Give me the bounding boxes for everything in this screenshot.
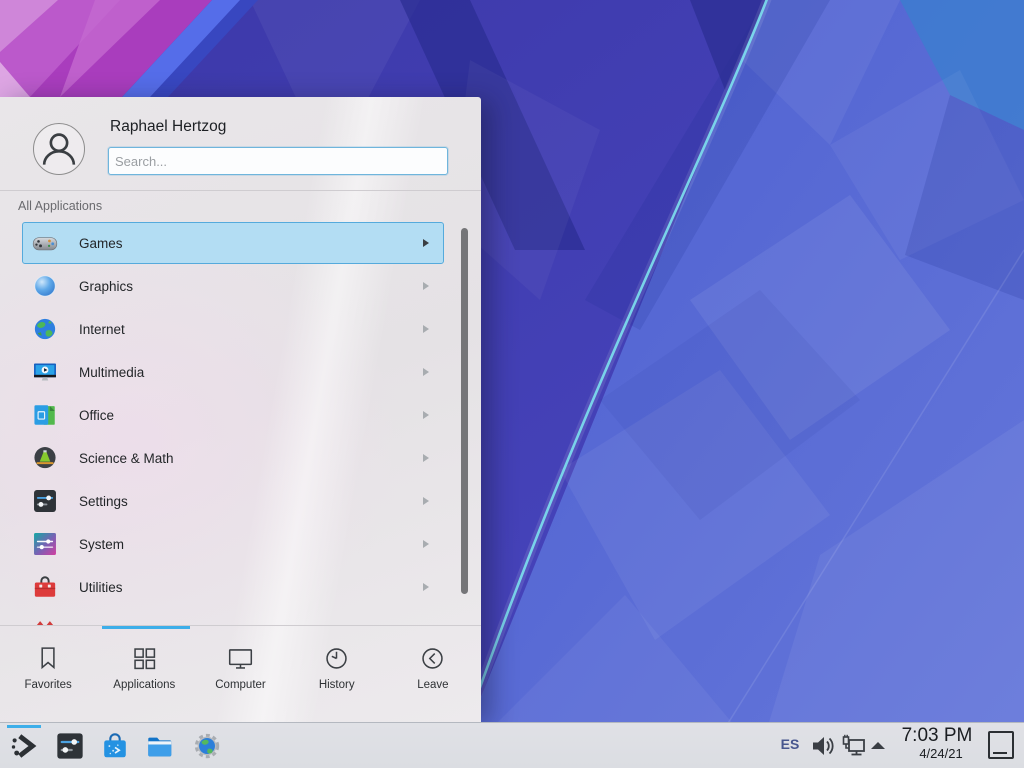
computer-icon — [227, 645, 254, 672]
bookmark-icon — [35, 645, 62, 672]
header-divider — [0, 190, 481, 191]
dolphin-file-manager-icon[interactable] — [145, 731, 175, 761]
section-label: All Applications — [18, 199, 102, 213]
desktop: Raphael Hertzog All Applications — [0, 0, 1024, 768]
category-item-games[interactable]: Games — [22, 222, 444, 264]
category-label: Settings — [79, 494, 423, 509]
volume-icon[interactable] — [810, 732, 838, 760]
tab-label: Favorites — [24, 679, 71, 691]
search-input[interactable] — [108, 147, 448, 175]
grid-icon — [131, 645, 158, 672]
globe-icon — [32, 316, 58, 342]
tab-leave[interactable]: Leave — [385, 629, 481, 722]
system-settings-icon[interactable] — [55, 731, 85, 761]
tab-label: History — [319, 679, 355, 691]
submenu-arrow-icon — [423, 454, 429, 462]
tab-label: Computer — [215, 679, 266, 691]
category-label: Multimedia — [79, 365, 423, 380]
digital-clock[interactable]: 7:03 PM 4/24/21 — [893, 726, 981, 761]
clock-time: 7:03 PM — [893, 726, 981, 747]
kde-launcher-button[interactable] — [9, 731, 39, 761]
submenu-arrow-icon — [423, 540, 429, 548]
category-label: Graphics — [79, 279, 423, 294]
category-label: Utilities — [79, 580, 423, 595]
discover-icon[interactable] — [100, 731, 130, 761]
user-name: Raphael Hertzog — [110, 118, 226, 136]
category-item-science-math[interactable]: Science & Math — [22, 437, 444, 479]
system-sliders-icon — [32, 531, 58, 557]
category-item-settings[interactable]: Settings — [22, 480, 444, 522]
network-icon[interactable] — [840, 732, 868, 760]
category-item-help[interactable]: Help — [22, 609, 444, 625]
category-label: Office — [79, 408, 423, 423]
documents-icon — [32, 402, 58, 428]
flask-icon — [32, 445, 58, 471]
leave-icon — [419, 645, 446, 672]
tab-applications[interactable]: Applications — [96, 629, 192, 722]
sphere-icon — [32, 273, 58, 299]
category-item-utilities[interactable]: Utilities — [22, 566, 444, 608]
category-label: System — [79, 537, 423, 552]
tab-computer[interactable]: Computer — [192, 629, 288, 722]
category-label: Internet — [79, 322, 423, 337]
sliders-icon — [32, 488, 58, 514]
category-item-multimedia[interactable]: Multimedia — [22, 351, 444, 393]
web-globe-icon[interactable] — [192, 731, 222, 761]
monitor-play-icon — [32, 359, 58, 385]
clock-date: 4/24/21 — [901, 747, 981, 761]
category-item-internet[interactable]: Internet — [22, 308, 444, 350]
submenu-arrow-icon — [423, 239, 429, 247]
submenu-arrow-icon — [423, 411, 429, 419]
show-desktop-glyph — [993, 752, 1007, 754]
category-list: Games Graphics — [22, 222, 444, 625]
toolbox-icon — [32, 574, 58, 600]
launcher-active-indicator — [7, 725, 41, 728]
taskbar-panel: ES 7:03 PM 4/24/21 — [0, 722, 1024, 768]
submenu-arrow-icon — [423, 583, 429, 591]
tab-label: Applications — [113, 679, 175, 691]
submenu-arrow-icon — [423, 282, 429, 290]
tray-expander-icon[interactable] — [868, 736, 888, 756]
user-avatar[interactable] — [33, 123, 85, 175]
category-label: Science & Math — [79, 451, 423, 466]
category-item-system[interactable]: System — [22, 523, 444, 565]
keyboard-layout-indicator[interactable]: ES — [776, 736, 804, 752]
submenu-arrow-icon — [423, 497, 429, 505]
submenu-arrow-icon — [423, 325, 429, 333]
clock-icon — [323, 645, 350, 672]
tab-history[interactable]: History — [289, 629, 385, 722]
application-launcher-menu: Raphael Hertzog All Applications — [0, 97, 481, 722]
tabbar-divider — [0, 625, 481, 626]
gamepad-icon — [32, 230, 58, 256]
list-scrollbar[interactable] — [461, 228, 468, 594]
help-icon — [32, 617, 58, 625]
category-label: Games — [79, 236, 423, 251]
category-item-office[interactable]: Office — [22, 394, 444, 436]
launcher-tabbar: Favorites Applications — [0, 629, 481, 722]
category-item-graphics[interactable]: Graphics — [22, 265, 444, 307]
tab-favorites[interactable]: Favorites — [0, 629, 96, 722]
submenu-arrow-icon — [423, 368, 429, 376]
tab-label: Leave — [417, 679, 448, 691]
show-desktop-button[interactable] — [988, 731, 1014, 759]
